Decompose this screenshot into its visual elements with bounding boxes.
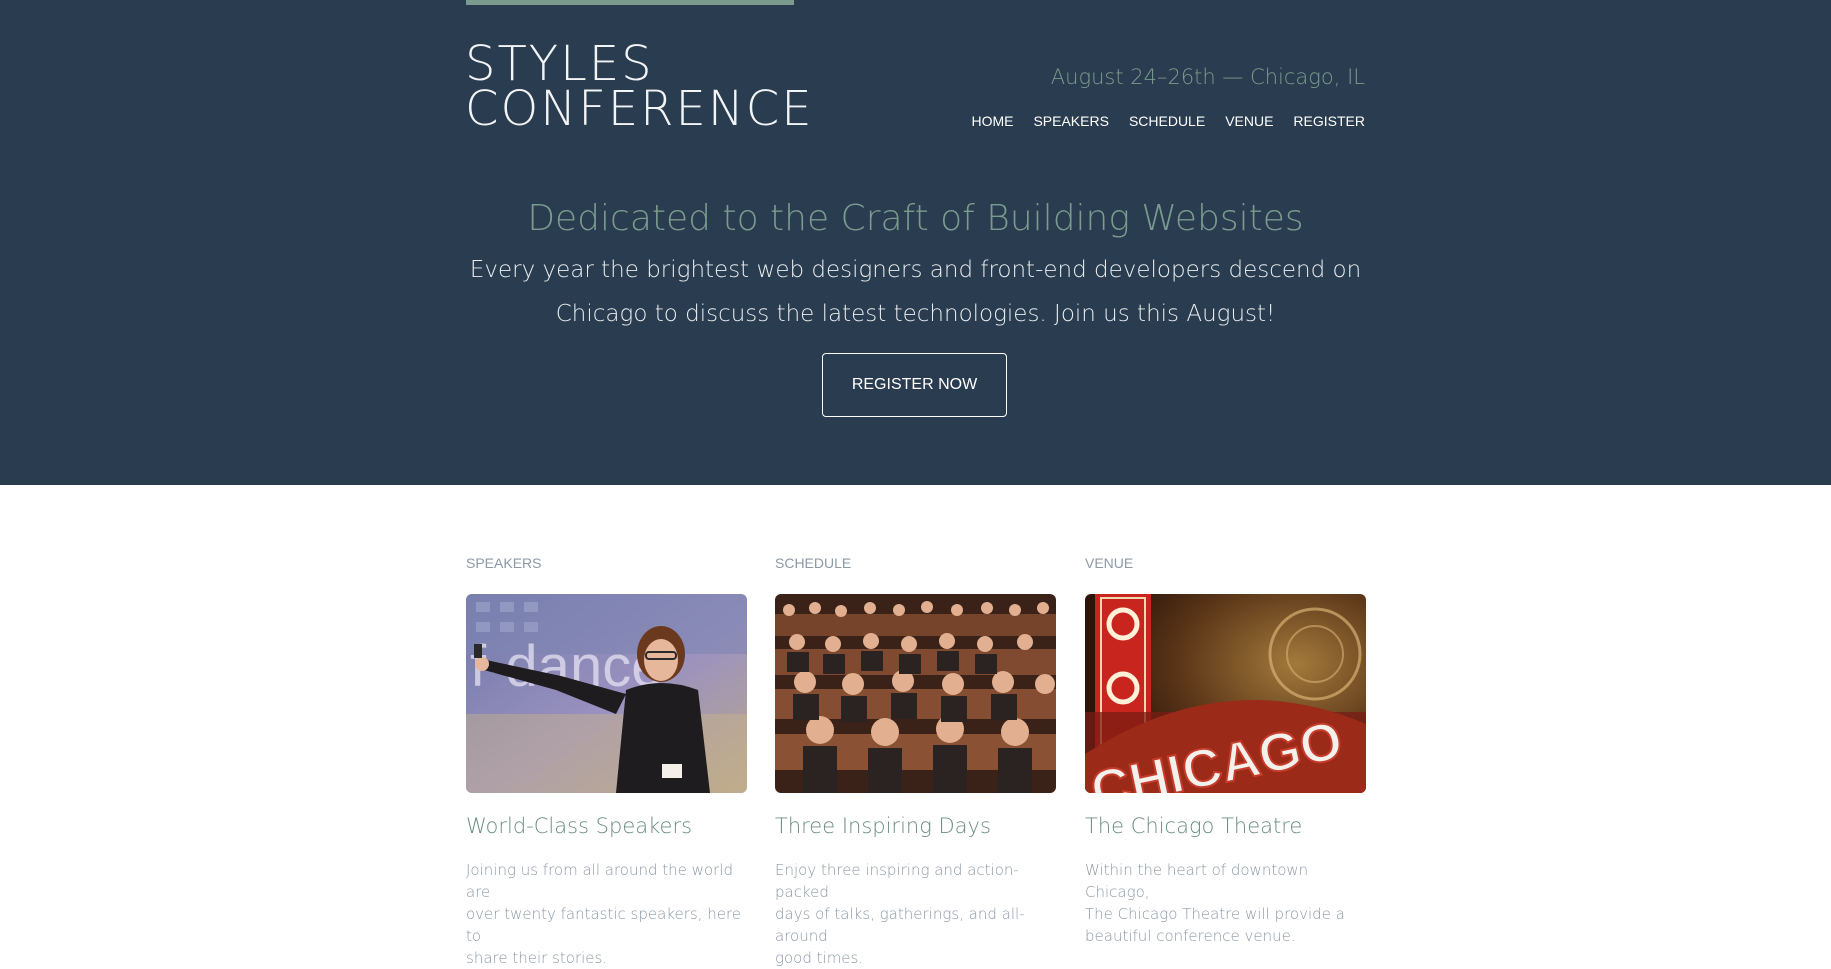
venue-column: VENUE CHICAGO The Chicago Theatre Within (1085, 553, 1366, 947)
audience-photo-image (775, 594, 1056, 793)
hero-description: Every year the brightest web designers a… (0, 248, 1831, 336)
theatre-photo[interactable]: CHICAGO (1085, 594, 1366, 793)
speakers-description-line: Joining us from all around the world are (466, 861, 733, 901)
venue-description-line: The Chicago Theatre will provide a (1085, 905, 1345, 923)
schedule-title[interactable]: Three Inspiring Days (775, 811, 1056, 841)
venue-title[interactable]: The Chicago Theatre (1085, 811, 1366, 841)
nav-venue[interactable]: VENUE (1225, 113, 1273, 129)
audience-photo[interactable] (775, 594, 1056, 793)
main-nav: HOME SPEAKERS SCHEDULE VENUE REGISTER (971, 113, 1365, 129)
venue-description-line: beautiful conference venue. (1085, 927, 1296, 945)
hero-description-line-2: Chicago to discuss the latest technologi… (555, 301, 1276, 327)
theatre-photo-image: CHICAGO (1085, 594, 1366, 793)
speakers-section-label: SPEAKERS (466, 555, 542, 571)
accent-bar (466, 0, 794, 5)
hero-section: STYLES CONFERENCE August 24–26th — Chica… (0, 0, 1831, 485)
register-now-button[interactable]: REGISTER NOW (822, 353, 1007, 417)
venue-description: Within the heart of downtown Chicago, Th… (1085, 859, 1366, 947)
venue-description-line: Within the heart of downtown Chicago, (1085, 861, 1309, 901)
hero-title: Dedicated to the Craft of Building Websi… (527, 198, 1304, 239)
venue-section-label: VENUE (1085, 555, 1134, 571)
nav-home[interactable]: HOME (971, 113, 1013, 129)
hero-description-line-1: Every year the brightest web designers a… (469, 257, 1362, 283)
logo-line-2: CONFERENCE (465, 81, 814, 137)
speaker-photo[interactable]: f·dance (466, 594, 747, 793)
site-logo[interactable]: STYLES CONFERENCE (465, 40, 814, 137)
nav-speakers[interactable]: SPEAKERS (1033, 113, 1108, 129)
speakers-description: Joining us from all around the world are… (466, 859, 747, 969)
schedule-description-line: good times. (775, 949, 864, 967)
schedule-description-line: Enjoy three inspiring and action-packed (775, 861, 1019, 901)
schedule-description-line: days of talks, gatherings, and all-aroun… (775, 905, 1025, 945)
schedule-section-label: SCHEDULE (775, 555, 852, 571)
schedule-column: SCHEDULE Three Inspiring Days Enjoy thre… (775, 553, 1056, 969)
speakers-description-line: over twenty fantastic speakers, here to (466, 905, 742, 945)
speaker-photo-image: f·dance (466, 594, 747, 793)
speakers-description-line: share their stories. (466, 949, 608, 967)
nav-schedule[interactable]: SCHEDULE (1129, 113, 1205, 129)
speakers-column: SPEAKERS f·dance World-Class Speakers Jo… (466, 553, 747, 969)
event-dates-location: August 24–26th — Chicago, IL (1050, 65, 1365, 89)
nav-register[interactable]: REGISTER (1293, 113, 1365, 129)
schedule-description: Enjoy three inspiring and action-packed … (775, 859, 1056, 969)
speakers-title[interactable]: World-Class Speakers (466, 811, 747, 841)
